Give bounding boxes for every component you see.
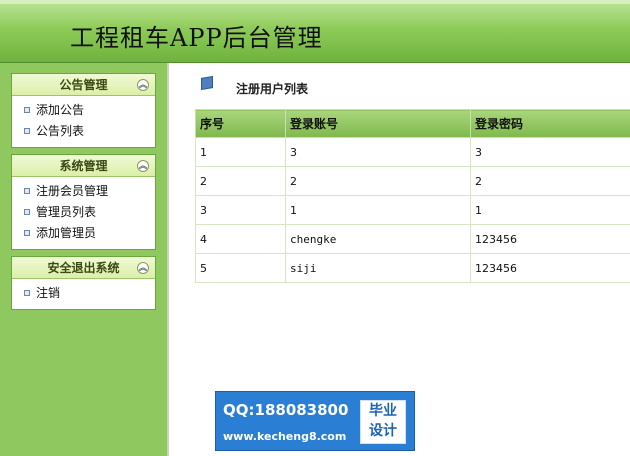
sidebar-item-label: 公告列表 <box>36 124 85 138</box>
table-cell: 1 <box>285 195 471 225</box>
table-row[interactable]: 1 3 3 <box>195 137 630 167</box>
watermark-url: www.kecheng8.com <box>223 430 347 443</box>
document-edit-icon <box>201 75 213 91</box>
column-header-password: 登录密码 <box>470 109 630 138</box>
menu-group-title: 公告管理 <box>59 78 108 92</box>
table-cell: siji <box>285 253 471 283</box>
sidebar-item-label: 注销 <box>36 286 61 300</box>
users-table: 序号 登录账号 登录密码 1 3 3 2 2 2 3 1 1 4 chengke… <box>195 109 630 283</box>
sidebar: 公告管理 ︽ 添加公告 公告列表 系统管理 ︽ 注册会员管理 管理员列表 添加管… <box>0 63 167 456</box>
chevron-up-icon[interactable]: ︽ <box>137 79 149 91</box>
table-cell: 4 <box>195 224 286 254</box>
table-cell: 5 <box>195 253 286 283</box>
table-cell: 3 <box>470 137 630 167</box>
table-cell: 123456 <box>470 253 630 283</box>
menu-group-system: 系统管理 ︽ 注册会员管理 管理员列表 添加管理员 <box>11 154 156 250</box>
menu-group-title: 系统管理 <box>59 159 108 173</box>
watermark-qq: QQ:188083800 <box>223 401 349 419</box>
watermark-label-box: 毕业 设计 <box>360 400 406 444</box>
table-cell: 1 <box>195 137 286 167</box>
table-row[interactable]: 3 1 1 <box>195 195 630 225</box>
sidebar-item-add-announcement[interactable]: 添加公告 <box>12 100 155 121</box>
sidebar-item-add-admin[interactable]: 添加管理员 <box>12 223 155 244</box>
menu-group-title: 安全退出系统 <box>47 261 120 275</box>
bullet-square-icon <box>24 290 30 296</box>
app-header: 工程租车APP后台管理 <box>0 0 630 63</box>
table-cell: 3 <box>285 137 471 167</box>
sidebar-item-label: 添加管理员 <box>36 226 97 240</box>
page-title: 工程租车APP后台管理 <box>70 24 323 52</box>
table-cell: 3 <box>195 195 286 225</box>
table-row[interactable]: 5 siji 123456 <box>195 253 630 283</box>
header-highlight <box>0 0 630 4</box>
chevron-up-icon[interactable]: ︽ <box>137 262 149 274</box>
sidebar-item-registered-members[interactable]: 注册会员管理 <box>12 181 155 202</box>
table-header-row: 序号 登录账号 登录密码 <box>195 109 630 138</box>
table-cell: 2 <box>470 166 630 196</box>
watermark-badge: QQ:188083800 www.kecheng8.com 毕业 设计 <box>215 391 415 451</box>
bullet-square-icon <box>24 107 30 113</box>
sidebar-item-label: 管理员列表 <box>36 205 97 219</box>
section-title: 注册用户列表 <box>236 82 309 96</box>
table-cell: chengke <box>285 224 471 254</box>
table-cell: 2 <box>195 166 286 196</box>
watermark-label-line2: 设计 <box>369 423 397 439</box>
menu-group-announcements: 公告管理 ︽ 添加公告 公告列表 <box>11 73 156 148</box>
table-cell: 123456 <box>470 224 630 254</box>
sidebar-item-admin-list[interactable]: 管理员列表 <box>12 202 155 223</box>
bullet-square-icon <box>24 188 30 194</box>
table-cell: 2 <box>285 166 471 196</box>
menu-group-logout: 安全退出系统 ︽ 注销 <box>11 256 156 310</box>
table-row[interactable]: 2 2 2 <box>195 166 630 196</box>
sidebar-item-announcement-list[interactable]: 公告列表 <box>12 121 155 142</box>
menu-group-header[interactable]: 安全退出系统 ︽ <box>12 257 155 279</box>
sidebar-item-label: 添加公告 <box>36 103 85 117</box>
bullet-square-icon <box>24 128 30 134</box>
sidebar-item-label: 注册会员管理 <box>36 184 109 198</box>
column-header-account: 登录账号 <box>285 109 471 138</box>
menu-group-header[interactable]: 公告管理 ︽ <box>12 74 155 96</box>
watermark-label-line1: 毕业 <box>369 403 397 419</box>
table-row[interactable]: 4 chengke 123456 <box>195 224 630 254</box>
column-header-index: 序号 <box>195 109 286 138</box>
menu-group-header[interactable]: 系统管理 ︽ <box>12 155 155 177</box>
sidebar-item-logout[interactable]: 注销 <box>12 283 155 304</box>
bullet-square-icon <box>24 209 30 215</box>
table-cell: 1 <box>470 195 630 225</box>
chevron-up-icon[interactable]: ︽ <box>137 160 149 172</box>
bullet-square-icon <box>24 230 30 236</box>
